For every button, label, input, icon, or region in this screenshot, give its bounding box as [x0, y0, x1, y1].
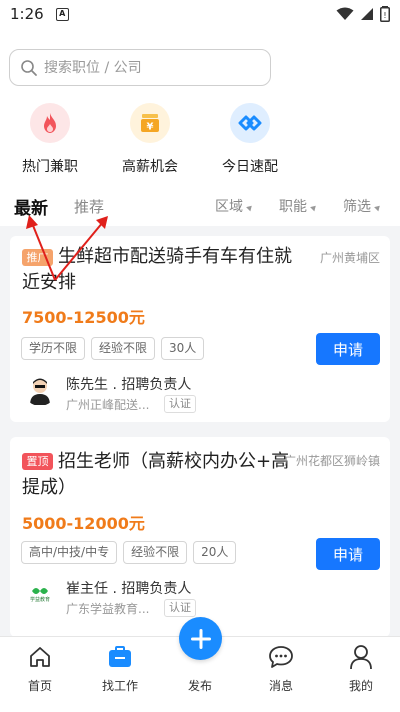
plus-icon — [190, 628, 211, 649]
caret-down-icon — [246, 203, 254, 212]
quick-entry-high-salary[interactable]: ¥ 高薪机会 — [100, 103, 200, 176]
tab-icon-wrap — [10, 643, 70, 671]
avatar[interactable]: 学益教育 — [24, 578, 56, 610]
money-bag-icon: ¥ — [141, 114, 159, 133]
dropdown-label: 职能 — [279, 199, 307, 215]
status-time: 1:26 — [10, 5, 44, 23]
filter-bar: 最新 推荐 区域 职能 筛选 — [0, 192, 400, 220]
job-tag: 经验不限 — [123, 541, 188, 564]
job-salary: 5000-12000元 — [22, 514, 145, 533]
avatar[interactable] — [24, 374, 56, 406]
job-tag: 20人 — [193, 541, 237, 564]
job-tag: 30人 — [161, 337, 205, 360]
dropdown-filter[interactable]: 筛选 — [343, 196, 382, 216]
job-card[interactable]: 置顶 招生老师（高薪校内办公+高提成） 广州花都区狮岭镇 5000-12000元… — [10, 437, 390, 637]
recruiter-avatar-icon — [30, 378, 50, 405]
job-location: 广州黄埔区 — [319, 251, 380, 265]
dropdown-label: 筛选 — [343, 199, 371, 215]
tab-icon-wrap — [331, 643, 391, 671]
job-title[interactable]: 招生老师（高薪校内办公+高提成） — [22, 449, 294, 501]
company-name: 广州正峰配送... — [66, 398, 150, 412]
job-tags: 学历不限 经验不限 30人 — [21, 337, 205, 360]
caret-down-icon — [374, 203, 382, 212]
home-icon — [30, 647, 50, 667]
publish-button[interactable] — [179, 617, 222, 660]
user-icon — [350, 645, 372, 670]
match-icon — [238, 115, 262, 131]
tab-icon-wrap — [251, 643, 311, 671]
job-tag: 高中/中技/中专 — [21, 541, 118, 564]
tab-home[interactable]: 首页 — [10, 643, 70, 694]
search-box[interactable] — [9, 49, 271, 86]
job-tag: 学历不限 — [21, 337, 86, 360]
apply-button[interactable]: 申请 — [316, 538, 380, 570]
quick-entry-label: 今日速配 — [222, 159, 278, 175]
tab-label: 找工作 — [101, 679, 138, 693]
quick-entry-label: 高薪机会 — [122, 159, 178, 175]
dropdown-label: 区域 — [215, 199, 243, 215]
flame-icon — [44, 113, 56, 133]
apply-button[interactable]: 申请 — [316, 333, 380, 365]
job-card[interactable]: 推广 生鲜超市配送骑手有车有住就近安排 广州黄埔区 7500-12500元 学历… — [10, 236, 390, 422]
company-name: 广东学益教育... — [66, 602, 150, 616]
quick-entry-label: 热门兼职 — [22, 159, 78, 175]
tab-mine[interactable]: 我的 — [331, 643, 391, 694]
tab-label: 消息 — [268, 679, 293, 693]
signal-icon — [361, 8, 373, 20]
battery-icon: ! — [380, 6, 390, 22]
verified-badge: 认证 — [164, 395, 196, 413]
wifi-icon — [336, 7, 354, 20]
recruiter-name: 陈先生 . 招聘负责人 — [66, 377, 192, 393]
quick-entry-circle — [230, 103, 270, 143]
job-tags: 高中/中技/中专 经验不限 20人 — [21, 541, 237, 564]
search-icon — [21, 59, 37, 76]
tab-find-job[interactable]: 找工作 — [90, 643, 150, 694]
tab-label: 首页 — [27, 679, 52, 693]
status-right: ! — [336, 6, 390, 22]
verified-badge: 认证 — [164, 599, 196, 617]
tab-icon-wrap — [90, 643, 150, 671]
search-input[interactable] — [44, 59, 254, 76]
quick-entry-circle: ¥ — [130, 103, 170, 143]
recruiter-name: 崔主任 . 招聘负责人 — [66, 581, 192, 597]
quick-entry-quick-match[interactable]: 今日速配 — [200, 103, 300, 176]
job-tag: 经验不限 — [91, 337, 156, 360]
job-title[interactable]: 生鲜超市配送骑手有车有住就近安排 — [22, 244, 294, 296]
dropdown-function[interactable]: 职能 — [279, 196, 318, 216]
tab-label: 发布 — [187, 679, 212, 693]
system-nav-bar — [0, 696, 400, 712]
svg-text:!: ! — [383, 11, 386, 20]
notification-icon: A — [55, 7, 69, 21]
tab-latest[interactable]: 最新 — [14, 194, 48, 219]
company-logo-icon — [32, 587, 48, 594]
job-location: 广州花都区狮岭镇 — [284, 454, 381, 468]
tab-recommended[interactable]: 推荐 — [74, 196, 104, 217]
message-icon — [269, 646, 293, 668]
tab-label: 我的 — [348, 679, 373, 693]
tab-messages[interactable]: 消息 — [251, 643, 311, 694]
status-bar: 1:26 A ! — [0, 0, 400, 28]
svg-text:¥: ¥ — [147, 122, 154, 133]
quick-entry-circle — [30, 103, 70, 143]
dropdown-region[interactable]: 区域 — [215, 196, 254, 216]
company-logo-text: 学益教育 — [29, 596, 50, 603]
caret-down-icon — [310, 203, 318, 212]
briefcase-icon — [109, 646, 131, 667]
job-salary: 7500-12500元 — [22, 308, 145, 327]
quick-entry-hot-parttime[interactable]: 热门兼职 — [0, 103, 100, 176]
